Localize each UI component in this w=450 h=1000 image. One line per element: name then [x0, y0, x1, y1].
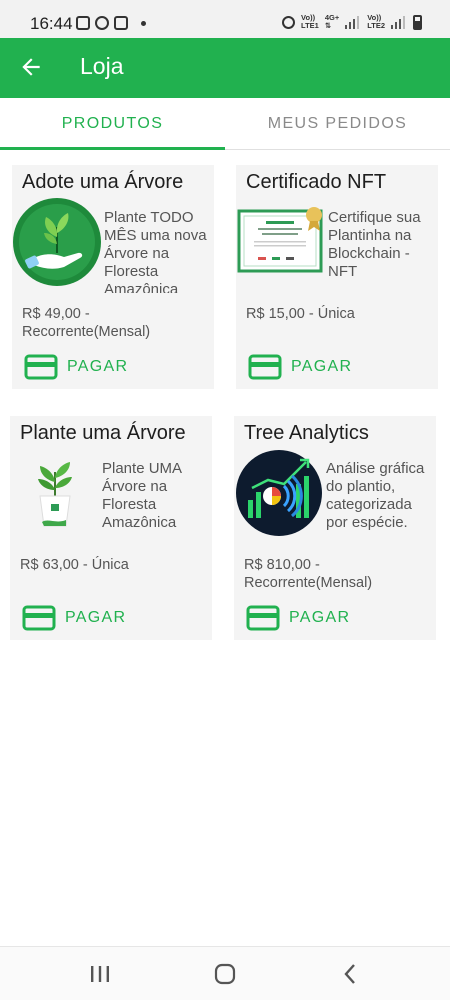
product-title: Plante uma Árvore — [20, 422, 186, 444]
network-lte2: Vo)) LTE2 — [367, 13, 385, 30]
app-bar: Loja — [0, 38, 450, 98]
pay-label: PAGAR — [67, 358, 129, 375]
product-description: Plante UMA Árvore na Floresta Amazônica — [102, 460, 182, 531]
tab-indicator — [0, 147, 225, 150]
product-price: R$ 810,00 - Recorrente(Mensal) — [244, 557, 373, 591]
more-notifications-icon — [141, 20, 146, 26]
product-card-tree-analytics[interactable]: Tree Analytics Análise gráfica do planti… — [234, 416, 436, 640]
alarm-icon — [282, 15, 296, 29]
back-chevron-icon[interactable] — [339, 963, 363, 985]
page-title: Loja — [80, 53, 124, 79]
pay-button[interactable]: PAGAR — [248, 353, 352, 381]
credit-card-icon — [22, 605, 56, 631]
pay-label: PAGAR — [291, 358, 353, 375]
certificate-icon — [237, 207, 323, 273]
system-nav-bar — [0, 946, 450, 1000]
hand-holding-plant-icon — [13, 198, 101, 286]
pay-label: PAGAR — [65, 609, 127, 626]
product-price: R$ 15,00 - Única — [246, 306, 355, 322]
network-lte1: Vo)) LTE1 — [301, 13, 319, 30]
arrow-left-icon[interactable] — [18, 54, 44, 80]
home-icon[interactable] — [213, 963, 237, 985]
pay-button[interactable]: PAGAR — [246, 604, 350, 632]
signal-icon — [345, 15, 361, 29]
pay-button[interactable]: PAGAR — [24, 353, 128, 381]
analytics-chart-icon — [236, 450, 322, 536]
credit-card-icon — [248, 354, 282, 380]
product-description: Análise gráfica do plantio, categorizada… — [326, 460, 425, 531]
product-title: Tree Analytics — [244, 422, 369, 444]
product-price: R$ 63,00 - Única — [20, 557, 129, 573]
pay-label: PAGAR — [289, 609, 351, 626]
product-card-adote-uma-arvore[interactable]: Adote uma Árvore Plante TODO MÊS uma nov… — [12, 165, 214, 389]
gallery-icon — [76, 16, 90, 30]
potted-plant-icon — [10, 448, 100, 538]
credit-card-icon — [24, 354, 58, 380]
status-time: 16:44 — [30, 14, 73, 33]
product-title: Adote uma Árvore — [22, 171, 184, 193]
tab-bar: PRODUTOS MEUS PEDIDOS — [0, 98, 450, 150]
tab-produtos[interactable]: PRODUTOS — [0, 98, 225, 150]
product-card-plante-uma-arvore[interactable]: Plante uma Árvore Plante UMA Árvore na F… — [10, 416, 212, 640]
battery-icon — [413, 14, 422, 30]
whatsapp-icon — [95, 16, 109, 30]
instagram-icon — [114, 16, 128, 30]
network-4g: 4G+ ⇅ — [324, 13, 340, 30]
status-notification-icons — [76, 16, 146, 30]
product-description: Plante TODO MÊS uma nova Árvore na Flore… — [104, 209, 207, 293]
signal-icon-2 — [391, 15, 407, 29]
status-system-icons: Vo)) LTE1 4G+ ⇅ Vo)) LTE2 — [282, 14, 422, 30]
tab-meus-pedidos[interactable]: MEUS PEDIDOS — [225, 98, 450, 150]
pay-button[interactable]: PAGAR — [22, 604, 126, 632]
recents-icon[interactable] — [88, 963, 112, 985]
status-bar: 16:44 Vo)) LTE1 4G+ ⇅ Vo)) LTE2 — [0, 0, 450, 38]
product-title: Certificado NFT — [246, 171, 387, 193]
product-price: R$ 49,00 - Recorrente(Mensal) — [22, 306, 151, 340]
product-card-certificado-nft[interactable]: Certificado NFT Certifique sua Plantinha… — [236, 165, 438, 389]
product-description: Certifique sua Plantinha na Blockchain -… — [328, 209, 421, 280]
credit-card-icon — [246, 605, 280, 631]
